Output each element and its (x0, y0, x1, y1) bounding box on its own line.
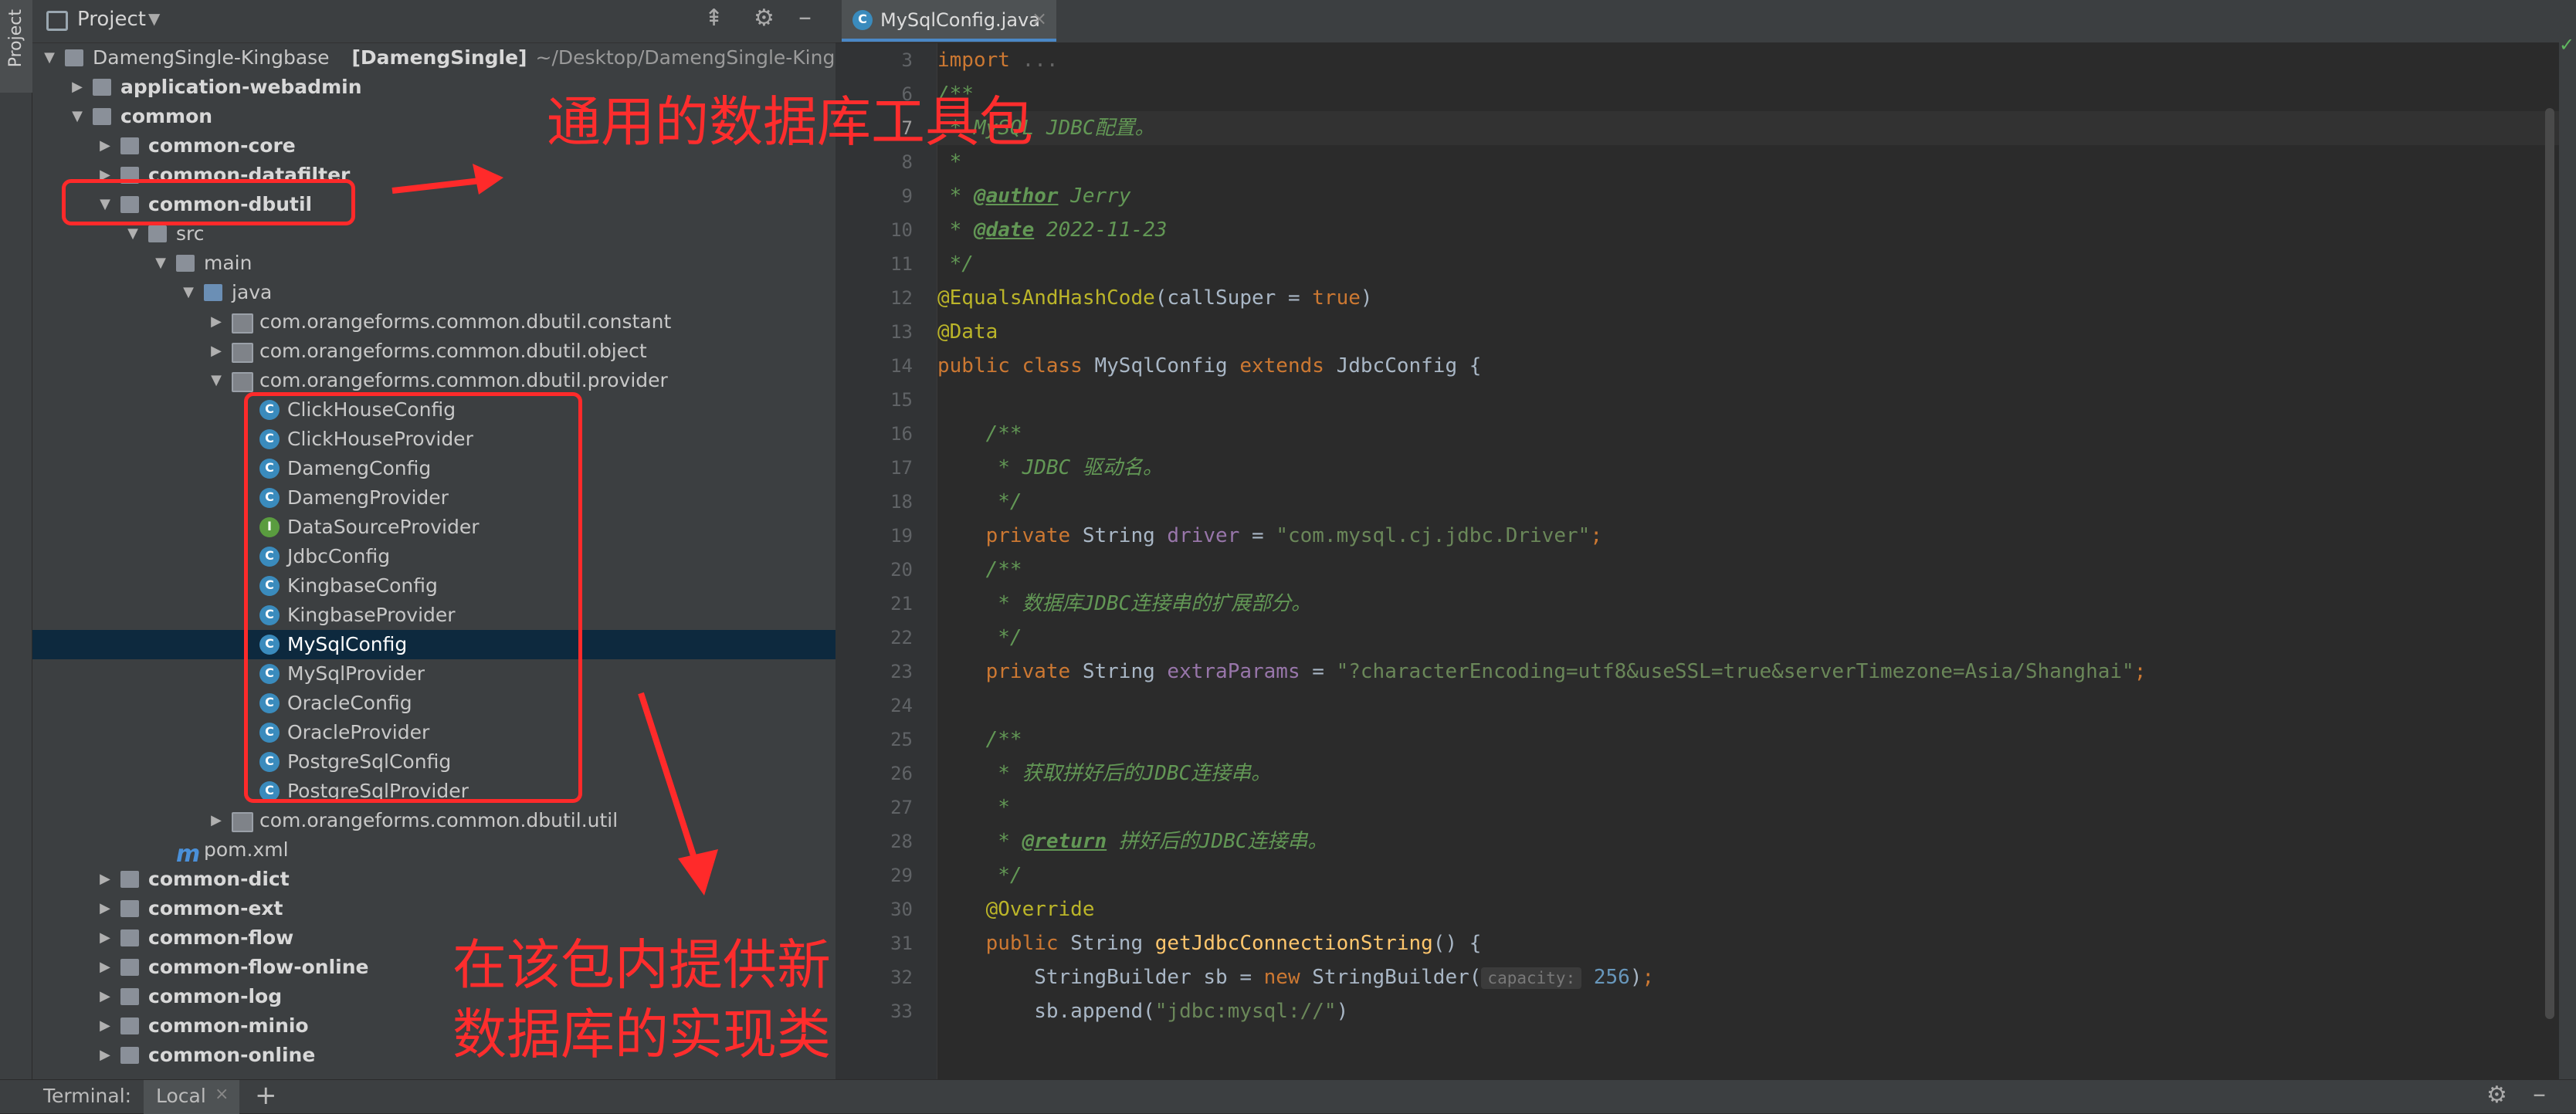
annotation-arrows (391, 164, 718, 896)
arrow-down-head (678, 849, 718, 896)
arrow-down-line (638, 692, 702, 874)
arrow-right-head (473, 164, 503, 195)
